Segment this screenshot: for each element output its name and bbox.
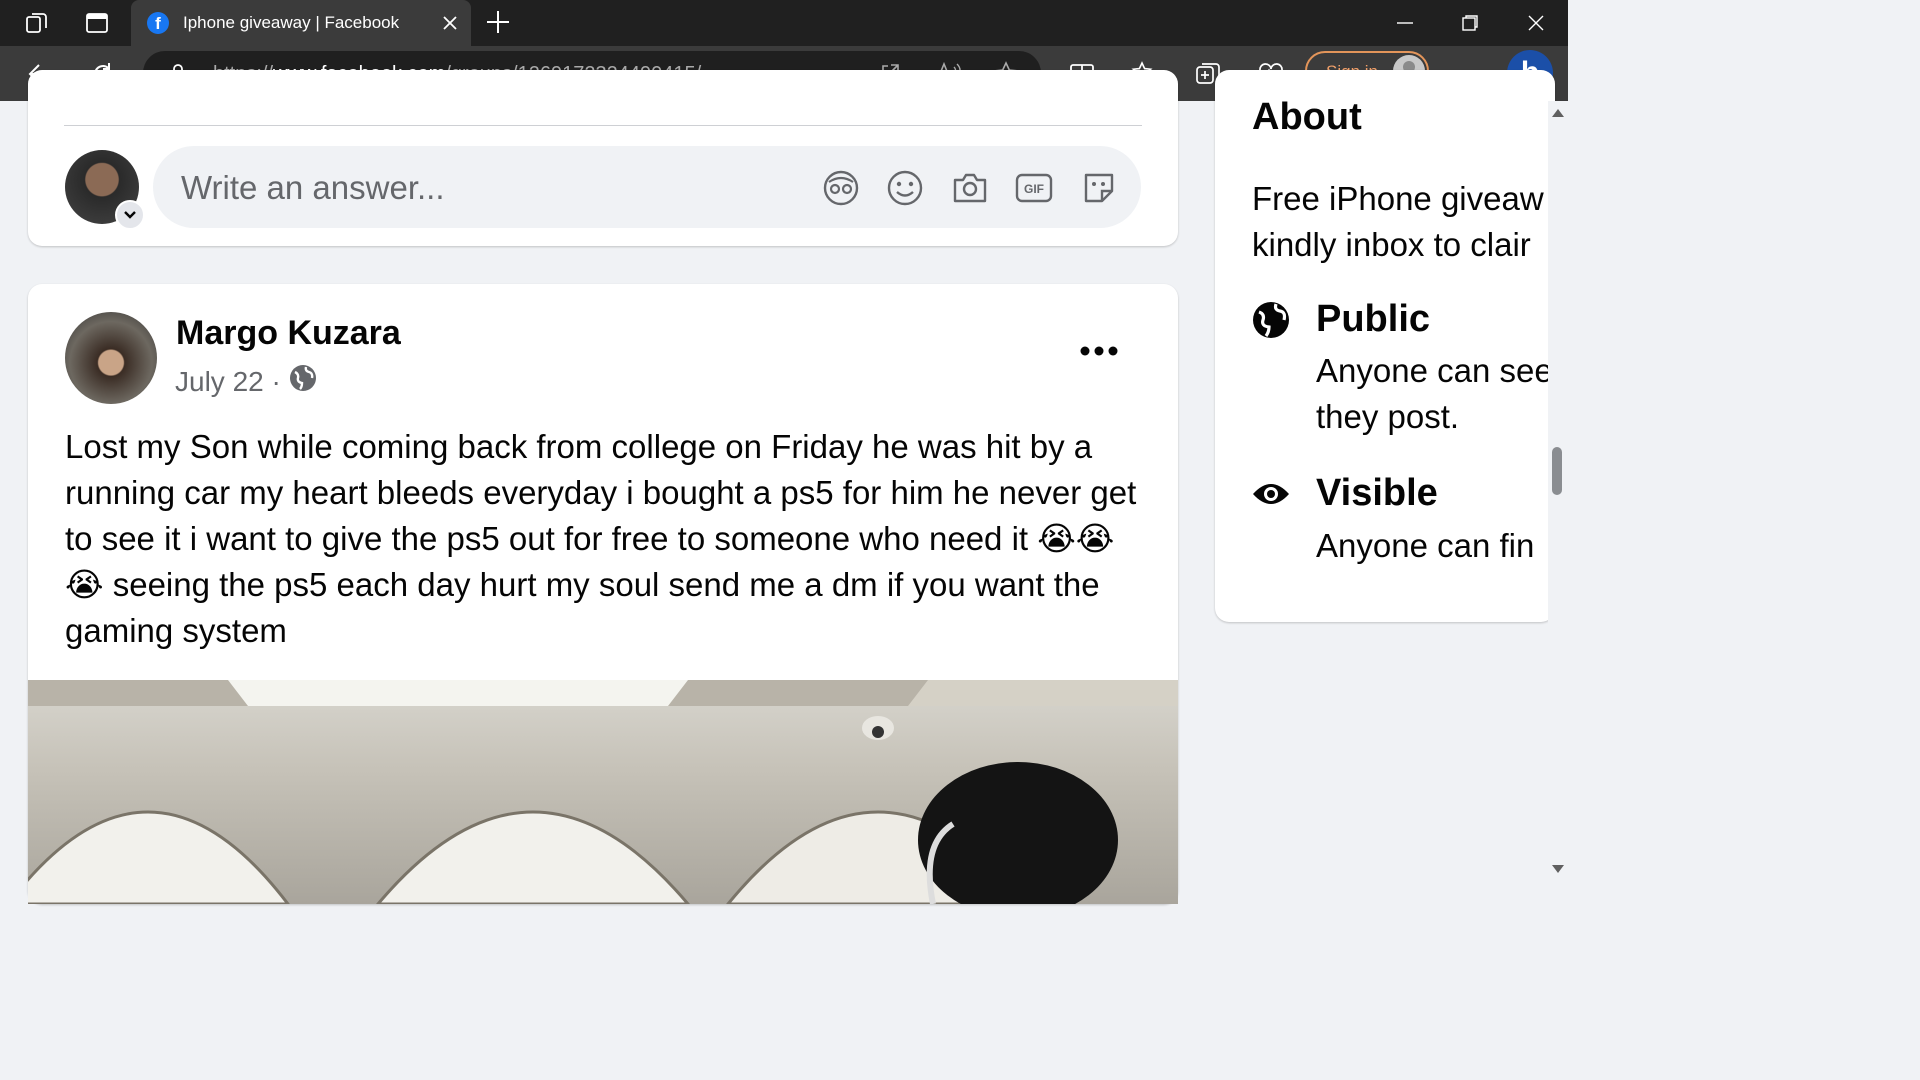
divider [64,125,1142,126]
visibility-subtitle: Anyone can fin [1316,527,1535,564]
workspaces-icon[interactable] [22,8,52,38]
chevron-down-icon[interactable] [115,200,145,230]
scroll-thumb[interactable] [1552,447,1562,495]
restore-icon[interactable] [1455,8,1485,38]
comment-card: GIF [28,70,1178,246]
user-avatar[interactable] [65,150,145,230]
answer-input[interactable] [179,164,783,212]
privacy-subtitle: Anyone can see they post. [1316,352,1553,435]
page-scrollbar[interactable] [1548,101,1568,882]
post-author[interactable]: Margo Kuzara [176,314,401,353]
avatar-sticker-icon[interactable] [821,168,861,208]
sticker-icon[interactable] [1079,168,1119,208]
scroll-down-icon[interactable] [1552,865,1564,873]
gif-icon[interactable]: GIF [1014,168,1054,208]
about-description: Free iPhone giveaw kindly inbox to clair [1252,180,1544,263]
facebook-favicon-icon: f [147,12,169,34]
post-image[interactable] [28,680,1178,904]
close-tab-icon[interactable] [439,12,461,39]
answer-box[interactable]: GIF [153,146,1141,228]
post-text: Lost my Son while coming back from colle… [65,428,1137,649]
author-avatar[interactable] [65,312,157,404]
post-more-icon[interactable] [1074,336,1124,366]
minimize-icon[interactable] [1390,8,1420,38]
scroll-up-icon[interactable] [1552,109,1564,117]
eye-icon [1251,474,1291,514]
vertical-tabs-icon[interactable] [82,8,112,38]
close-window-icon[interactable] [1521,8,1551,38]
tab-title: Iphone giveaway | Facebook [183,13,400,32]
post-meta: July 22 · [175,364,317,399]
tab-facebook-group[interactable]: f Iphone giveaway | Facebook [131,0,471,46]
post-date[interactable]: July 22 · [175,366,281,398]
globe-icon [289,364,317,399]
about-card: About Free iPhone giveaw kindly inbox to… [1215,70,1555,622]
about-title: About [1252,96,1362,138]
browser-tab-bar: f Iphone giveaway | Facebook [0,0,1568,46]
globe-icon [1251,300,1291,340]
visibility-title: Visible [1316,472,1438,514]
camera-icon[interactable] [950,168,990,208]
privacy-title: Public [1316,298,1431,340]
emoji-icon[interactable] [885,168,925,208]
svg-text:GIF: GIF [1024,182,1044,196]
post-card: Margo Kuzara July 22 · Lost my Son while… [28,284,1178,904]
new-tab-icon[interactable] [484,8,512,41]
